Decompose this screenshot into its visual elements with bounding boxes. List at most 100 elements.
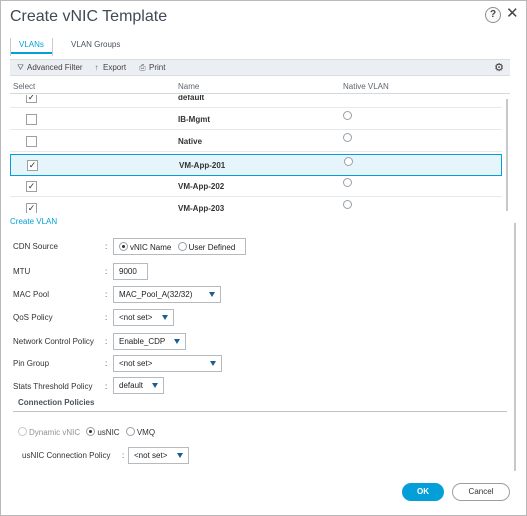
radio-icon xyxy=(125,427,135,436)
native-vlan-radio[interactable] xyxy=(343,111,352,120)
chevron-down-icon xyxy=(210,361,216,366)
column-header-native-vlan[interactable]: Native VLAN xyxy=(343,82,389,91)
table-row[interactable]: Native xyxy=(10,131,502,152)
row-checkbox[interactable] xyxy=(26,114,37,125)
form-scrollbar[interactable] xyxy=(514,223,516,471)
row-checkbox[interactable]: ✓ xyxy=(27,160,38,171)
vlan-name: VM-App-203 xyxy=(178,204,225,213)
section-divider xyxy=(13,411,507,412)
colon: : xyxy=(105,267,108,276)
tab-vlans[interactable]: VLANs xyxy=(10,38,53,56)
ok-button[interactable]: OK xyxy=(402,483,444,501)
qos-policy-select[interactable]: <not set> xyxy=(113,309,174,326)
grid-toolbar: ⛛ Advanced Filter ↑ Export ⎙ Print ⚙ xyxy=(10,59,510,76)
close-button[interactable]: ✕ xyxy=(506,6,519,22)
vlan-name: VM-App-201 xyxy=(179,161,226,170)
print-icon: ⎙ xyxy=(139,63,146,72)
grid-header: Select Name Native VLAN xyxy=(10,80,510,94)
usnic-connection-policy-label: usNIC Connection Policy xyxy=(22,451,111,460)
advanced-filter-label: Advanced Filter xyxy=(27,63,83,72)
cdn-source-radio-group: vNIC Name User Defined xyxy=(113,238,246,255)
grid-scrollbar[interactable] xyxy=(506,99,508,211)
chevron-down-icon xyxy=(174,339,180,344)
usnic-option[interactable]: usNIC xyxy=(86,427,120,437)
native-vlan-radio[interactable] xyxy=(343,133,352,142)
cdn-vnic-name-label: vNIC Name xyxy=(130,243,172,252)
native-vlan-radio[interactable] xyxy=(343,200,352,209)
cdn-source-label: CDN Source xyxy=(13,242,58,251)
radio-icon xyxy=(86,427,96,436)
qos-policy-value: <not set> xyxy=(119,313,153,322)
export-button[interactable]: ↑ Export xyxy=(92,63,127,72)
qos-policy-label: QoS Policy xyxy=(13,313,53,322)
colon: : xyxy=(105,337,108,346)
radio-icon xyxy=(18,427,27,436)
print-button[interactable]: ⎙ Print xyxy=(138,63,165,73)
column-header-name[interactable]: Name xyxy=(178,82,199,91)
chevron-down-icon xyxy=(209,292,215,297)
native-vlan-radio[interactable] xyxy=(344,157,353,166)
radio-icon xyxy=(177,242,187,251)
stats-threshold-policy-value: default xyxy=(119,381,144,390)
cdn-user-defined-option[interactable]: User Defined xyxy=(177,242,236,252)
table-row[interactable]: ✓ default xyxy=(10,95,502,108)
colon: : xyxy=(105,313,108,322)
print-label: Print xyxy=(149,63,166,72)
gear-icon[interactable]: ⚙ xyxy=(494,61,504,74)
cdn-user-defined-label: User Defined xyxy=(188,243,236,252)
stats-threshold-policy-label: Stats Threshold Policy xyxy=(13,382,93,391)
connection-policy-radio-group: Dynamic vNIC usNIC VMQ xyxy=(18,427,155,437)
colon: : xyxy=(105,290,108,299)
row-checkbox[interactable]: ✓ xyxy=(26,203,37,213)
mac-pool-value: MAC_Pool_A(32/32) xyxy=(119,290,193,299)
colon: : xyxy=(122,451,125,460)
colon: : xyxy=(105,382,108,391)
vlan-name: Native xyxy=(178,137,203,146)
native-vlan-radio[interactable] xyxy=(343,178,352,187)
cdn-vnic-name-option[interactable]: vNIC Name xyxy=(119,242,172,252)
table-row[interactable]: ✓ VM-App-203 xyxy=(10,198,502,213)
network-control-policy-select[interactable]: Enable_CDP xyxy=(113,333,186,350)
vmq-option[interactable]: VMQ xyxy=(125,427,156,437)
dynamic-vnic-option[interactable]: Dynamic vNIC xyxy=(18,427,80,437)
connection-policies-title: Connection Policies xyxy=(18,398,95,407)
row-checkbox[interactable] xyxy=(26,136,37,147)
usnic-label: usNIC xyxy=(97,428,120,437)
chevron-down-icon xyxy=(177,453,183,458)
pin-group-select[interactable]: <not set> xyxy=(113,355,222,372)
filter-icon: ⛛ xyxy=(17,63,24,72)
row-checkbox[interactable]: ✓ xyxy=(26,181,37,192)
create-vlan-link[interactable]: Create VLAN xyxy=(10,217,57,226)
chevron-down-icon xyxy=(152,383,158,388)
colon: : xyxy=(105,242,108,251)
advanced-filter-button[interactable]: ⛛ Advanced Filter xyxy=(16,63,83,73)
vlan-name: VM-App-202 xyxy=(178,182,225,191)
table-row[interactable]: ✓ VM-App-201 xyxy=(10,154,502,176)
cancel-button[interactable]: Cancel xyxy=(452,483,510,501)
mac-pool-label: MAC Pool xyxy=(13,290,50,299)
dialog-title: Create vNIC Template xyxy=(10,8,168,25)
pin-group-label: Pin Group xyxy=(13,359,50,368)
export-icon: ↑ xyxy=(94,63,99,72)
vlan-name: IB-Mgmt xyxy=(178,115,210,124)
stats-threshold-policy-select[interactable]: default xyxy=(113,377,164,394)
radio-icon xyxy=(119,242,128,251)
tab-vlan-groups[interactable]: VLAN Groups xyxy=(63,38,128,56)
row-checkbox[interactable]: ✓ xyxy=(26,95,37,103)
vmq-label: VMQ xyxy=(136,428,156,437)
mac-pool-select[interactable]: MAC_Pool_A(32/32) xyxy=(113,286,221,303)
export-label: Export xyxy=(103,63,127,72)
help-button[interactable]: ? xyxy=(485,7,501,23)
vlan-name: default xyxy=(178,95,205,102)
colon: : xyxy=(105,359,108,368)
create-vnic-template-dialog: Create vNIC Template ? ✕ VLANs VLAN Grou… xyxy=(0,0,527,516)
mtu-label: MTU xyxy=(13,267,31,276)
usnic-connection-policy-select[interactable]: <not set> xyxy=(128,447,189,464)
table-row[interactable]: ✓ VM-App-202 xyxy=(10,176,502,197)
network-control-policy-label: Network Control Policy xyxy=(13,337,94,346)
table-row[interactable]: IB-Mgmt xyxy=(10,109,502,130)
column-header-select[interactable]: Select xyxy=(13,82,35,91)
usnic-connection-policy-value: <not set> xyxy=(134,451,168,460)
mtu-input[interactable]: 9000 xyxy=(113,263,148,280)
vlan-grid: ✓ default IB-Mgmt Native ✓ VM-App-201 ✓ … xyxy=(10,95,507,213)
